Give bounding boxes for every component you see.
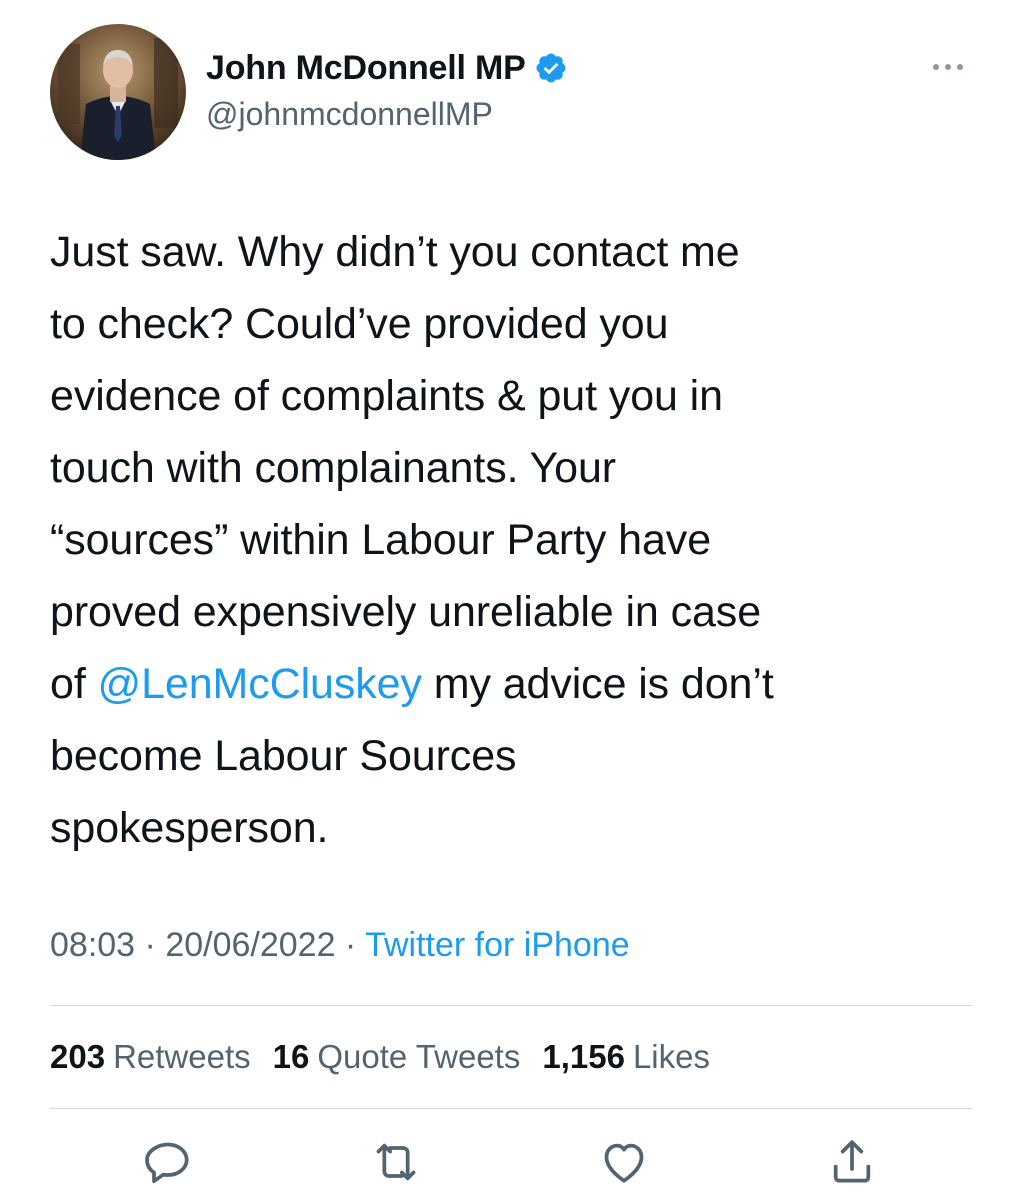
tweet-date[interactable]: 20/06/2022 bbox=[165, 926, 335, 964]
meta-separator: · bbox=[335, 926, 366, 964]
retweets-count: 203 bbox=[50, 1038, 106, 1075]
share-icon[interactable] bbox=[824, 1134, 880, 1190]
reply-icon[interactable] bbox=[140, 1134, 196, 1190]
mention-link[interactable]: @LenMcCluskey bbox=[98, 660, 422, 708]
tweet-line: become Labour Sources bbox=[50, 732, 517, 780]
tweet-line: “sources” within Labour Party have bbox=[50, 516, 712, 564]
display-name-row: John McDonnell MP bbox=[206, 48, 568, 88]
avatar-image bbox=[50, 24, 186, 160]
divider bbox=[50, 1005, 972, 1006]
verified-badge-icon bbox=[536, 53, 566, 83]
likes-count: 1,156 bbox=[542, 1038, 625, 1075]
quote-tweets-stat[interactable]: 16 Quote Tweets bbox=[273, 1038, 521, 1076]
tweet-line: proved expensively unreliable in case bbox=[50, 588, 762, 636]
tweet-line: evidence of complaints & put you in bbox=[50, 372, 723, 420]
tweet-text: Just saw. Why didn’t you contact me to c… bbox=[50, 216, 980, 864]
action-bar bbox=[0, 1134, 1022, 1194]
tweet-line: to check? Could’ve provided you bbox=[50, 300, 669, 348]
tweet-stats: 203 Retweets 16 Quote Tweets 1,156 Likes bbox=[50, 1038, 710, 1076]
divider bbox=[50, 1108, 972, 1109]
tweet-line: spokesperson. bbox=[50, 804, 329, 852]
tweet-meta: 08:03 · 20/06/2022 · Twitter for iPhone bbox=[50, 926, 630, 965]
tweet-text-fragment: of bbox=[50, 660, 98, 708]
retweet-icon[interactable] bbox=[368, 1134, 424, 1190]
tweet-text-fragment: my advice is don’t bbox=[421, 660, 774, 708]
more-horizontal-icon[interactable] bbox=[924, 52, 972, 82]
like-icon[interactable] bbox=[596, 1134, 652, 1190]
avatar[interactable] bbox=[50, 24, 186, 160]
tweet-source-link[interactable]: Twitter for iPhone bbox=[365, 926, 630, 964]
likes-stat[interactable]: 1,156 Likes bbox=[542, 1038, 710, 1076]
tweet-line: Just saw. Why didn’t you contact me bbox=[50, 228, 740, 276]
tweet-line: touch with complainants. Your bbox=[50, 444, 617, 492]
tweet-time[interactable]: 08:03 bbox=[50, 926, 135, 964]
meta-separator: · bbox=[135, 926, 166, 964]
quote-tweets-count: 16 bbox=[272, 1038, 310, 1075]
likes-label: Likes bbox=[632, 1038, 710, 1075]
quote-tweets-label: Quote Tweets bbox=[317, 1038, 521, 1075]
handle[interactable]: @johnmcdonnellMP bbox=[206, 96, 493, 133]
display-name[interactable]: John McDonnell MP bbox=[206, 49, 526, 88]
tweet-line-with-mention: of @LenMcCluskey my advice is don’t bbox=[50, 648, 980, 720]
retweets-label: Retweets bbox=[113, 1038, 251, 1075]
retweets-stat[interactable]: 203 Retweets bbox=[50, 1038, 251, 1076]
